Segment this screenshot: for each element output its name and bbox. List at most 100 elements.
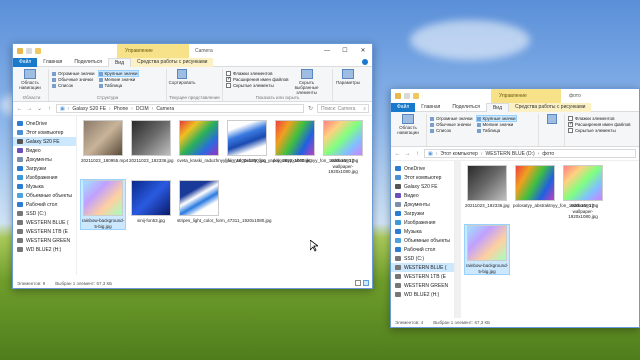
checkbox-option[interactable]: Скрытые элементы <box>226 83 289 88</box>
layout-option[interactable]: Таблица <box>476 128 516 133</box>
properties-icon[interactable] <box>26 48 32 54</box>
sort-button[interactable] <box>542 114 561 146</box>
back-button[interactable]: ← <box>16 106 23 112</box>
nav-item[interactable]: SSD (C:) <box>391 254 454 263</box>
layout-option[interactable]: Список <box>52 83 95 88</box>
minimize-button[interactable]: — <box>318 44 336 58</box>
breadcrumb-item[interactable]: Camera <box>156 106 174 112</box>
nav-item[interactable]: WESTERN GREEN <box>391 281 454 290</box>
nav-item[interactable]: WESTERN GREEN <box>13 236 76 245</box>
file-tile[interactable]: 20211023_192336.jpg <box>465 165 509 209</box>
tab-file[interactable]: Файл <box>391 102 416 112</box>
nav-item[interactable]: WD BLUE2 (H:) <box>391 290 454 299</box>
navigation-pane[interactable]: OneDrive Этот компьютер Galaxy S20 FE Видео… <box>391 161 455 321</box>
layout-option[interactable]: Крупные значки <box>475 115 517 122</box>
file-tile[interactable]: cvetа_kraski_raduzhnyy_fon_1600x1200.jpg <box>177 120 266 164</box>
up-button[interactable]: ↑ <box>46 106 53 112</box>
up-button[interactable]: ↑ <box>414 151 421 157</box>
navigation-pane-button[interactable]: Область навигации <box>396 114 420 146</box>
tab-view[interactable]: Вид <box>485 102 509 112</box>
title-bar[interactable]: Управление Camera — ☐ ✕ <box>13 44 372 58</box>
help-icon[interactable] <box>362 59 368 65</box>
tab-share[interactable]: Поделиться <box>68 58 108 67</box>
checkbox[interactable] <box>568 121 573 127</box>
nav-item[interactable]: Объемные объекты <box>13 191 76 200</box>
layout-option[interactable]: Огромные значки <box>430 116 473 121</box>
forward-button[interactable]: → <box>404 151 411 157</box>
nav-item[interactable]: Galaxy S20 FE <box>391 182 454 191</box>
quick-access-toolbar[interactable] <box>391 93 419 99</box>
nav-item[interactable]: Документы <box>391 200 454 209</box>
nav-item[interactable]: OneDrive <box>13 119 76 128</box>
checkbox-option[interactable]: Флажки элементов <box>568 116 631 121</box>
checkbox-option[interactable]: Флажки элементов <box>226 71 289 76</box>
nav-item[interactable]: Загрузки <box>13 164 76 173</box>
title-bar[interactable]: Управление фото <box>391 89 639 103</box>
file-tile[interactable]: polosatyy_abstraktnyy_fon_1920x1080.jpg <box>513 165 598 209</box>
nav-item[interactable]: SSD (C:) <box>13 209 76 218</box>
checkbox-option[interactable]: Расширения имен файлов <box>568 121 631 127</box>
details-view-icon[interactable] <box>355 280 361 286</box>
file-tile[interactable]: rainbow_17-wallpaper-1920x1080.jpg <box>321 120 365 175</box>
checkbox-option[interactable]: Расширения имен файлов <box>226 76 289 82</box>
file-tile[interactable]: polosatyy_abstraktnyy_fon_1920x1080.jpg <box>273 120 358 164</box>
tab-view[interactable]: Вид <box>107 57 131 67</box>
file-tile[interactable]: rainbow_17-wallpaper-1920x1080.jpg <box>561 165 605 220</box>
nav-item[interactable]: WESTERN BLUE ( <box>391 263 454 272</box>
file-tile[interactable]: linii_rval_polosy_fon_yarkiy_2560x1600.j… <box>225 120 312 164</box>
large-icons-view-icon[interactable] <box>363 280 369 286</box>
nav-item[interactable]: Документы <box>13 155 76 164</box>
nav-item[interactable]: Музыка <box>391 227 454 236</box>
close-button[interactable]: ✕ <box>354 44 372 58</box>
recent-locations-button[interactable]: ⌄ <box>36 105 43 112</box>
breadcrumb-item[interactable]: фото <box>542 151 554 157</box>
options-button[interactable]: Параметры <box>336 69 360 101</box>
tab-home[interactable]: Главная <box>37 58 68 67</box>
nav-item[interactable]: Рабочий стол <box>391 245 454 254</box>
layout-option[interactable]: Список <box>430 128 473 133</box>
address-bar[interactable]: ▣ › Galaxy S20 FE › Phone › DCIM › Camera <box>56 104 304 113</box>
forward-button[interactable]: → <box>26 106 33 112</box>
explorer-window-photo[interactable]: Управление фото Файл Главная Поделиться … <box>390 88 640 328</box>
file-view[interactable]: 20211023_192336.jpg polosatyy_abstraktnyy… <box>461 161 639 321</box>
file-tile[interactable]: stripes_light_color_form_47311_1920x1080… <box>177 180 271 224</box>
file-tile[interactable]: 20211023_180955.mp4 <box>81 120 128 164</box>
nav-item[interactable]: WESTERN 1TB (E <box>13 227 76 236</box>
nav-item[interactable]: Музыка <box>13 182 76 191</box>
tab-picture-tools[interactable]: Средства работы с рисунками <box>509 102 592 112</box>
layout-option[interactable]: Огромные значки <box>52 71 95 76</box>
address-bar[interactable]: ▣ › Этот компьютер › WESTERN BLUE (D:) › фото <box>424 149 636 158</box>
nav-item[interactable]: Рабочий стол <box>13 200 76 209</box>
folder-icon[interactable] <box>17 48 23 54</box>
breadcrumb-item[interactable]: Этот компьютер <box>440 151 477 157</box>
layout-option[interactable]: Крупные значки <box>97 70 139 77</box>
nav-item[interactable]: Изображения <box>391 218 454 227</box>
new-folder-icon[interactable] <box>413 93 419 99</box>
nav-item[interactable]: Видео <box>391 191 454 200</box>
nav-item[interactable]: Объемные объекты <box>391 236 454 245</box>
file-tile[interactable]: rainbow-background-5-big.jpg <box>80 179 126 230</box>
file-tile[interactable]: 20211023_192336.jpg <box>129 120 173 164</box>
checkbox[interactable] <box>226 83 231 88</box>
nav-item[interactable]: Изображения <box>13 173 76 182</box>
breadcrumb-item[interactable]: Phone <box>114 106 128 112</box>
refresh-button[interactable]: ↻ <box>307 105 314 112</box>
nav-item[interactable]: Galaxy S20 FE <box>13 137 76 146</box>
back-button[interactable]: ← <box>394 151 401 157</box>
layout-option[interactable]: Мелкие значки <box>476 122 516 127</box>
tab-file[interactable]: Файл <box>13 57 38 67</box>
file-view[interactable]: 20211023_180955.mp4 20211023_192336.jpg cv… <box>77 116 372 275</box>
navigation-pane[interactable]: OneDrive Этот компьютер Galaxy S20 FE Видео… <box>13 116 77 275</box>
breadcrumb-item[interactable]: WESTERN BLUE (D:) <box>485 151 534 157</box>
nav-item[interactable]: WD BLUE2 (H:) <box>13 245 76 254</box>
nav-item[interactable]: WESTERN 1TB (E <box>391 272 454 281</box>
explorer-window-camera[interactable]: Управление Camera — ☐ ✕ Файл Главная Под… <box>12 43 373 289</box>
checkbox[interactable] <box>568 128 573 133</box>
search-input[interactable]: Поиск: Camera ⌕ <box>317 104 369 113</box>
new-folder-icon[interactable] <box>35 48 41 54</box>
layout-option[interactable]: Обычные значки <box>52 77 95 82</box>
nav-item[interactable]: Этот компьютер <box>13 128 76 137</box>
tab-share[interactable]: Поделиться <box>446 103 486 112</box>
tab-home[interactable]: Главная <box>415 103 446 112</box>
nav-item[interactable]: OneDrive <box>391 164 454 173</box>
